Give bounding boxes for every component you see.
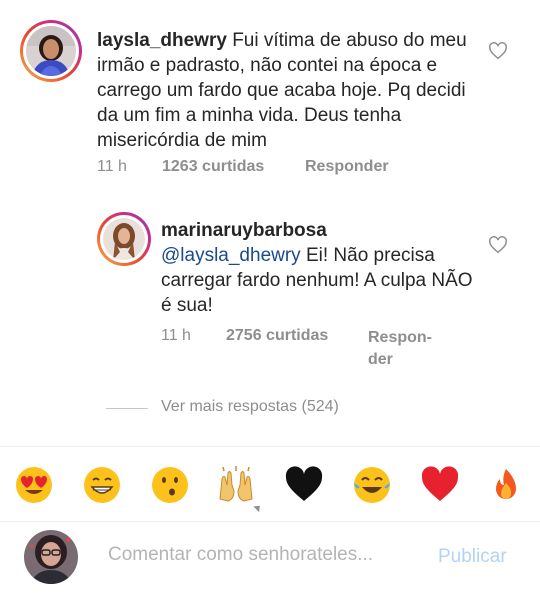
reply-button[interactable]: Respon- der [368, 327, 432, 371]
comment-composer: Comentar como senhorateles... Publicar [0, 522, 540, 594]
black-heart-emoji-icon[interactable] [284, 465, 324, 505]
reply-body: marinaruybarbosa @laysla_dhewry Ei! Não … [161, 218, 481, 318]
comment-body: laysla_dhewry Fui vítima de abuso do meu… [97, 28, 479, 153]
emoji-bar [0, 446, 540, 522]
reply-username[interactable]: marinaruybarbosa [161, 218, 481, 243]
grinning-emoji-icon[interactable] [82, 465, 122, 505]
mention-link[interactable]: @laysla_dhewry [161, 245, 301, 266]
fire-emoji-icon[interactable] [486, 465, 526, 505]
reply-button[interactable]: Responder [305, 158, 389, 176]
comment-input[interactable]: Comentar como senhorateles... [108, 544, 373, 566]
comment-username[interactable]: laysla_dhewry [97, 30, 227, 51]
reply-label-line: Respon- [368, 329, 432, 346]
reply-likes[interactable]: 2756 curtidas [226, 327, 328, 345]
comment-likes[interactable]: 1263 curtidas [162, 158, 264, 176]
like-heart-icon[interactable] [488, 42, 508, 65]
avatar[interactable] [26, 26, 76, 76]
divider [106, 408, 148, 409]
view-more-replies[interactable]: Ver mais respostas (524) [161, 398, 339, 416]
comment-time: 11 h [97, 158, 127, 175]
reply-label-line: der [368, 351, 393, 368]
avatar[interactable] [103, 218, 145, 260]
reply-time: 11 h [161, 327, 191, 344]
red-heart-emoji-icon[interactable] [420, 465, 460, 505]
tears-of-joy-emoji-icon[interactable] [352, 465, 392, 505]
like-heart-icon[interactable] [488, 236, 508, 259]
surprised-emoji-icon[interactable] [150, 465, 190, 505]
heart-eyes-emoji-icon[interactable] [14, 465, 54, 505]
raised-hands-emoji-icon[interactable] [216, 465, 256, 505]
publish-button[interactable]: Publicar [438, 546, 507, 568]
avatar [24, 530, 78, 584]
emoji-scroll-indicator [253, 502, 263, 513]
